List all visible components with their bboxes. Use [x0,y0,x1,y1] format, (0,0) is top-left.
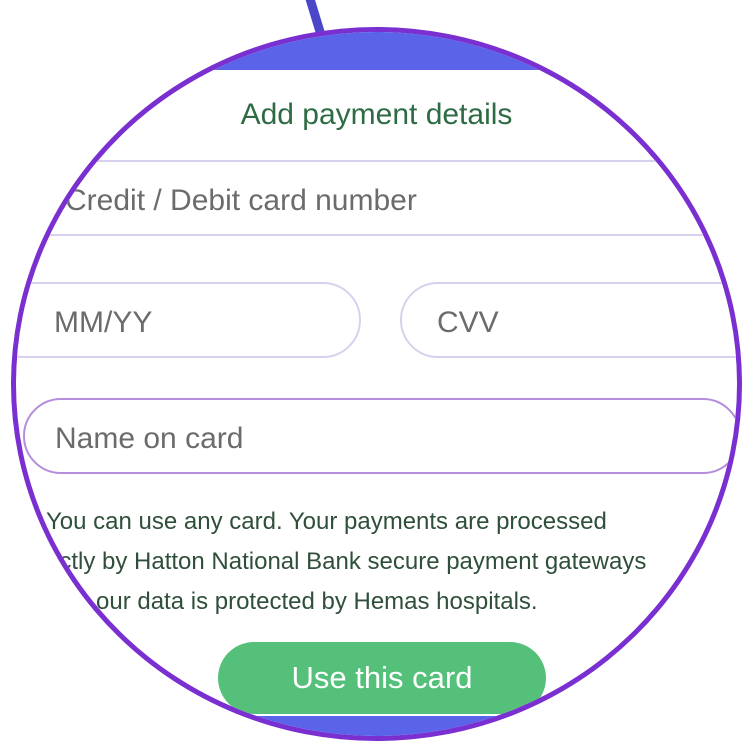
magnifier-lens: Add payment details Credit / Debit card … [11,27,742,741]
cvv-input[interactable]: CVV [400,282,737,358]
info-line: our data is protected by Hemas hospitals… [96,588,538,615]
card-number-input[interactable]: Credit / Debit card number [16,160,737,236]
cvv-placeholder: CVV [437,306,499,339]
header-bar [16,32,737,70]
dialog-title: Add payment details [240,98,513,131]
payment-info-text: You can use any card. Your payments are … [46,502,736,622]
footer-bar [16,716,737,736]
name-on-card-placeholder: Name on card [55,422,244,455]
use-this-card-button[interactable]: Use this card [218,642,546,714]
expiry-input[interactable]: MM/YY [16,282,361,358]
screenshot-stage: Add payment details Credit / Debit card … [0,0,748,748]
expiry-placeholder: MM/YY [54,306,153,339]
info-line: You can use any card. Your payments are … [46,508,607,535]
info-line: ectly by Hatton National Bank secure pay… [46,548,647,575]
name-on-card-input[interactable]: Name on card [23,398,737,474]
card-number-placeholder: Credit / Debit card number [65,184,417,217]
